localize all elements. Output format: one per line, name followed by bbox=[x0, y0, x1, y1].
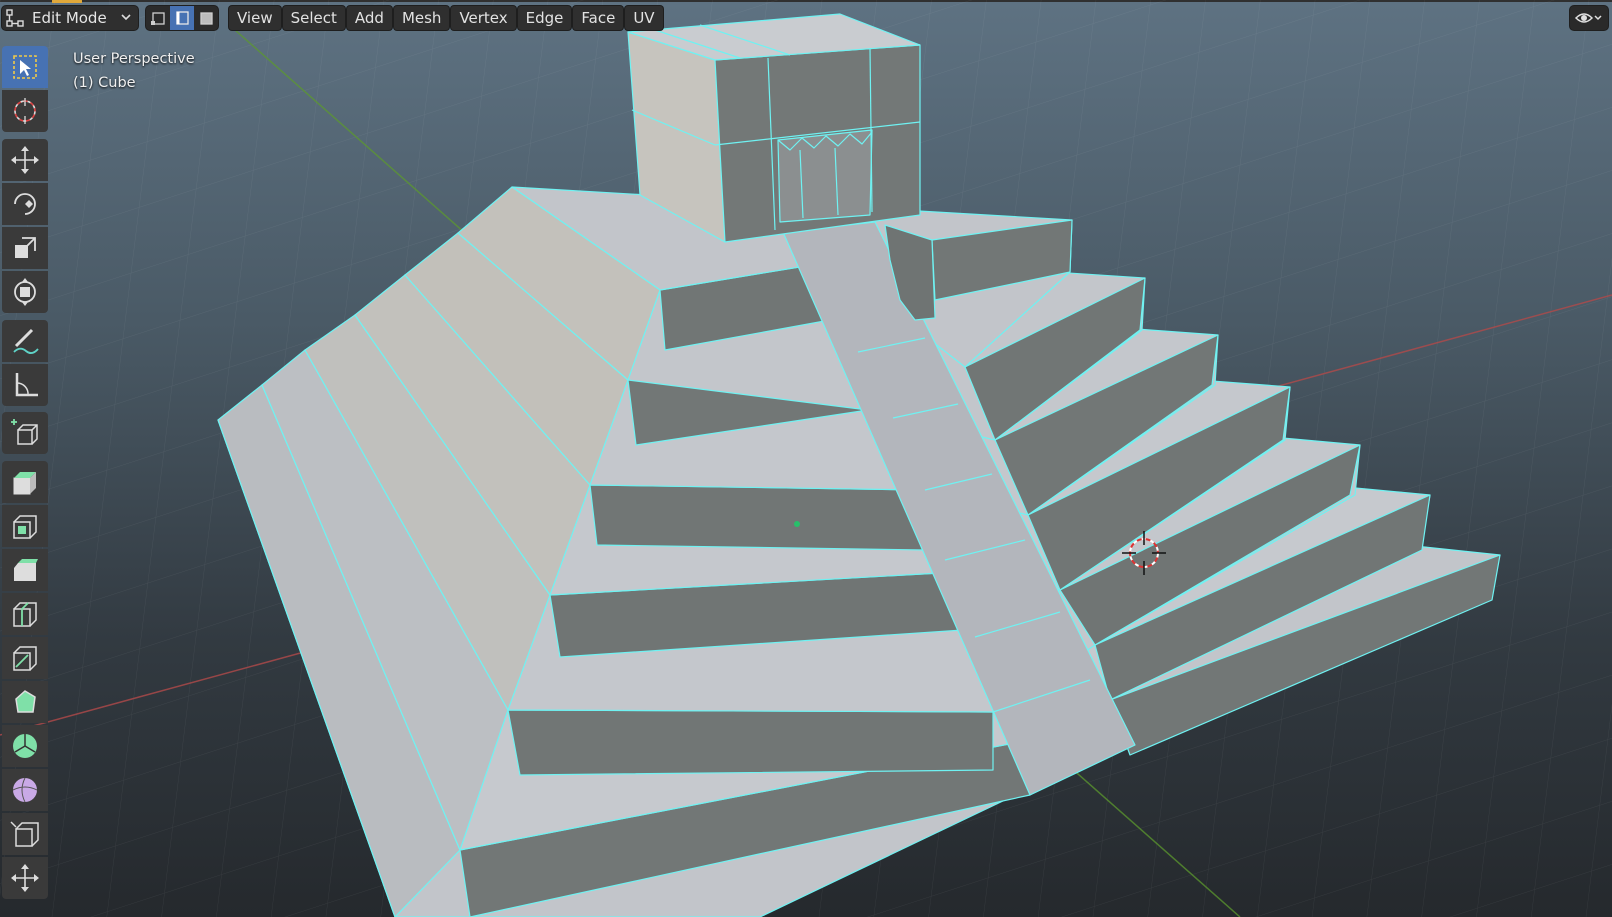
poly-build-icon bbox=[15, 690, 36, 713]
select-box-icon bbox=[13, 55, 37, 79]
menu-uv[interactable]: UV bbox=[625, 6, 663, 30]
menu-edge[interactable]: Edge bbox=[517, 6, 572, 30]
menu-select[interactable]: Select bbox=[282, 6, 345, 30]
face-select-icon bbox=[200, 12, 213, 25]
transform-icon bbox=[14, 278, 36, 306]
menu-face[interactable]: Face bbox=[573, 6, 624, 30]
bevel-icon bbox=[14, 559, 38, 581]
bevel-tool[interactable] bbox=[2, 549, 48, 591]
rotate-icon bbox=[14, 193, 36, 215]
smooth-tool[interactable] bbox=[2, 769, 48, 811]
knife-icon bbox=[13, 646, 37, 671]
inset-faces-icon bbox=[13, 515, 37, 539]
knife-tool[interactable] bbox=[2, 637, 48, 679]
menu-mesh[interactable]: Mesh bbox=[393, 6, 450, 30]
extrude-tool[interactable] bbox=[2, 461, 48, 503]
edit-mode-icon bbox=[6, 9, 24, 27]
mode-dropdown[interactable]: Edit Mode bbox=[2, 6, 138, 30]
face-select-button[interactable] bbox=[194, 6, 218, 30]
object-name-label: (1) Cube bbox=[73, 75, 136, 91]
spin-tool[interactable] bbox=[2, 725, 48, 767]
menu-view[interactable]: View bbox=[229, 6, 281, 30]
shrink-fatten-icon bbox=[11, 864, 39, 892]
vertex-select-button[interactable] bbox=[146, 6, 170, 30]
scale-tool[interactable] bbox=[2, 227, 48, 269]
3d-viewport[interactable]: Edit Mode View Select Add Mesh Vertex Ed… bbox=[0, 0, 1612, 917]
edge-slide-tool[interactable] bbox=[2, 813, 48, 855]
extrude-icon bbox=[13, 472, 36, 495]
eye-icon bbox=[1574, 13, 1602, 23]
spin-icon bbox=[13, 734, 37, 758]
annotate-tool[interactable] bbox=[2, 320, 48, 362]
loop-cut-tool[interactable] bbox=[2, 593, 48, 635]
cursor-tool[interactable] bbox=[2, 90, 48, 132]
mode-label: Edit Mode bbox=[32, 9, 107, 27]
cursor-icon bbox=[14, 98, 36, 124]
menu-vertex[interactable]: Vertex bbox=[451, 6, 516, 30]
transform-tool[interactable] bbox=[2, 271, 48, 313]
vertex-select-icon bbox=[151, 12, 165, 25]
move-icon bbox=[11, 146, 39, 174]
chevron-down-icon bbox=[121, 14, 131, 21]
loop-cut-icon bbox=[13, 602, 37, 627]
shrink-fatten-tool[interactable] bbox=[2, 857, 48, 899]
tier-2-riser-left bbox=[507, 709, 994, 776]
scale-icon bbox=[15, 237, 36, 258]
scene-canvas[interactable] bbox=[0, 0, 1612, 917]
selected-vertex-dot[interactable] bbox=[794, 521, 800, 527]
view-name-label: User Perspective bbox=[73, 51, 195, 67]
select-box-tool[interactable] bbox=[2, 46, 48, 88]
poly-build-tool[interactable] bbox=[2, 681, 48, 723]
temple-doorway bbox=[777, 129, 873, 223]
measure-ruler-icon bbox=[15, 373, 38, 397]
viewport-info: User Perspective (1) Cube bbox=[73, 47, 195, 95]
rotate-tool[interactable] bbox=[2, 183, 48, 225]
inset-tool[interactable] bbox=[2, 505, 48, 547]
move-tool[interactable] bbox=[2, 139, 48, 181]
header-menu: View Select Add Mesh Vertex Edge Face UV bbox=[229, 6, 663, 30]
measure-tool[interactable] bbox=[2, 364, 48, 406]
edge-select-button[interactable] bbox=[170, 6, 194, 30]
smooth-sphere-icon bbox=[12, 777, 38, 803]
viewport-header: Edit Mode View Select Add Mesh Vertex Ed… bbox=[0, 0, 1612, 36]
tier-4-riser-left bbox=[589, 484, 926, 551]
add-cube-icon bbox=[11, 419, 38, 445]
edge-slide-icon bbox=[10, 821, 39, 847]
visibility-dropdown[interactable] bbox=[1570, 6, 1608, 30]
menu-add[interactable]: Add bbox=[346, 6, 392, 30]
annotate-pencil-icon bbox=[13, 328, 39, 354]
edge-select-icon bbox=[176, 11, 189, 25]
add-cube-tool[interactable] bbox=[2, 412, 48, 454]
select-mode-group bbox=[146, 6, 218, 30]
